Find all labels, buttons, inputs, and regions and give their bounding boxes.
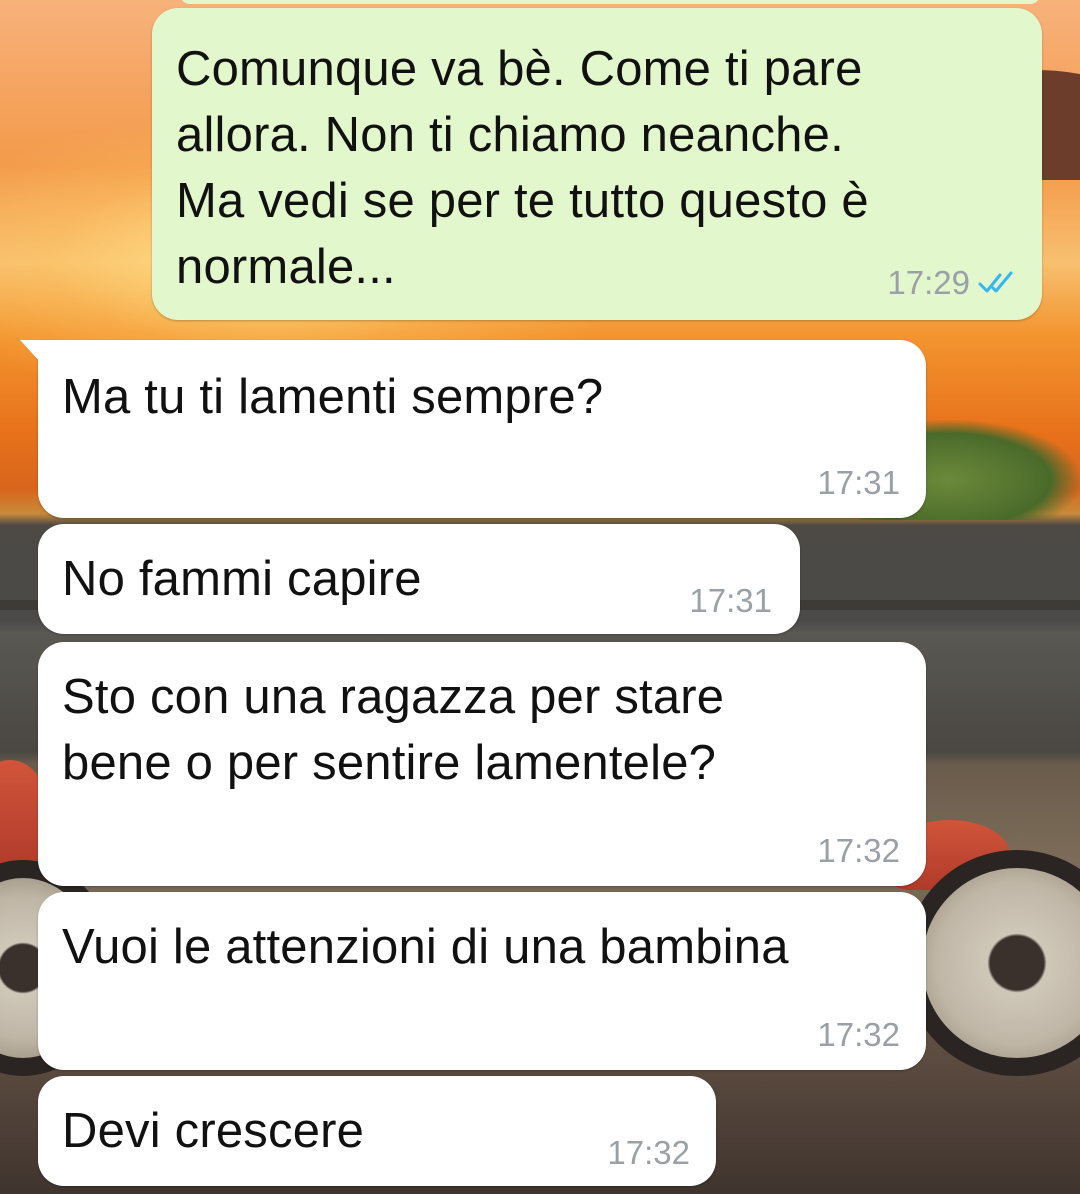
message-time: 17:32 bbox=[817, 1016, 900, 1053]
message-meta: 17:32 bbox=[817, 832, 900, 870]
message-text: Vuoi le attenzioni di una bambina bbox=[62, 920, 789, 974]
previous-message-edge bbox=[180, 0, 1040, 4]
bubble-tail bbox=[20, 340, 42, 364]
chat-screen: Comunque va bè. Come ti pare allora. Non… bbox=[0, 0, 1080, 1194]
message-bubble-incoming[interactable]: Vuoi le attenzioni di una bambina 17:32 bbox=[38, 892, 926, 1070]
message-text: Sto con una ragazza per stare bene o per… bbox=[62, 670, 725, 790]
message-time: 17:32 bbox=[607, 1134, 690, 1171]
message-meta: 17:31 bbox=[689, 582, 772, 620]
message-meta: 17:32 bbox=[817, 1016, 900, 1054]
message-time: 17:31 bbox=[689, 582, 772, 619]
message-meta: 17:32 bbox=[607, 1134, 690, 1172]
message-time: 17:29 bbox=[887, 264, 970, 301]
message-bubble-incoming[interactable]: Devi crescere 17:32 bbox=[38, 1076, 716, 1186]
message-time: 17:31 bbox=[817, 464, 900, 501]
message-text: Ma tu ti lamenti sempre? bbox=[62, 370, 604, 424]
message-bubble-incoming[interactable]: Ma tu ti lamenti sempre? 17:31 bbox=[20, 340, 926, 518]
message-meta: 17:29 bbox=[887, 264, 1020, 302]
double-check-read-icon bbox=[978, 270, 1020, 296]
message-meta: 17:31 bbox=[817, 464, 900, 502]
message-bubble-incoming[interactable]: No fammi capire 17:31 bbox=[38, 524, 800, 634]
message-time: 17:32 bbox=[817, 832, 900, 869]
message-bubble-outgoing[interactable]: Comunque va bè. Come ti pare allora. Non… bbox=[152, 8, 1042, 320]
message-text: Devi crescere bbox=[62, 1104, 365, 1158]
message-bubble-incoming[interactable]: Sto con una ragazza per stare bene o per… bbox=[38, 642, 926, 886]
message-text: Comunque va bè. Come ti pare allora. Non… bbox=[176, 42, 869, 294]
message-text: No fammi capire bbox=[62, 552, 422, 606]
